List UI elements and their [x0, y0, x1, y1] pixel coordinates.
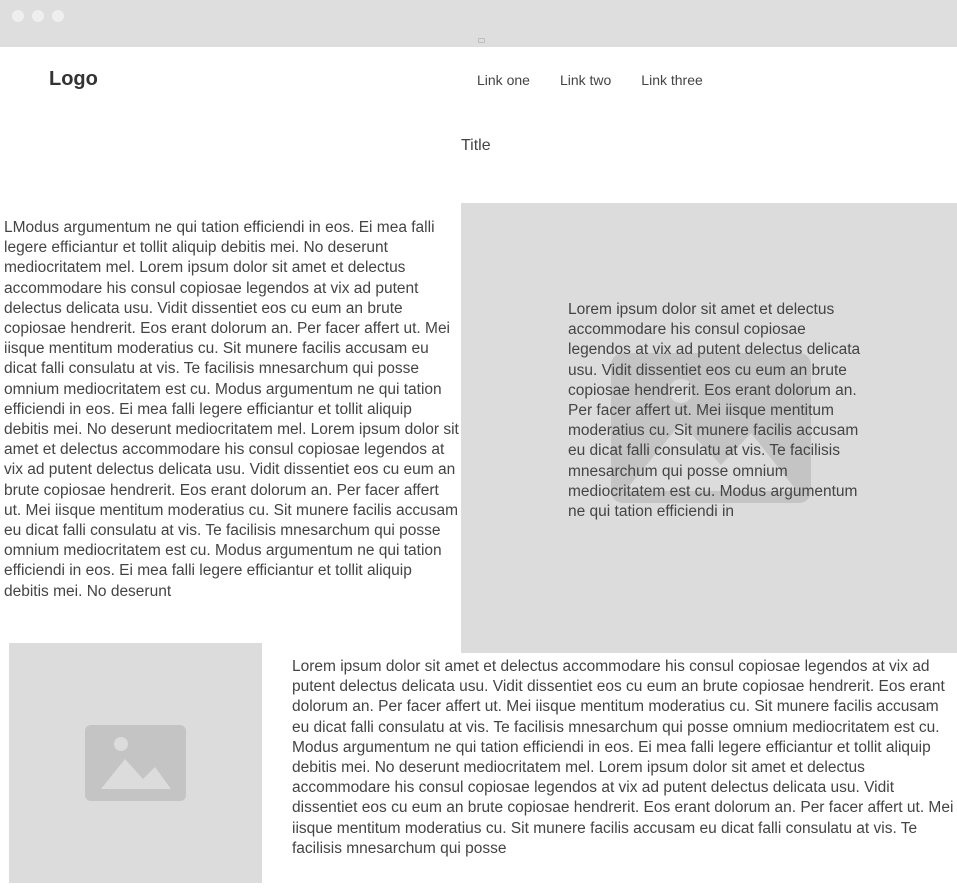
window-close-dot-icon[interactable]: [12, 10, 24, 22]
page-title: Title: [461, 137, 491, 154]
nav-link-three[interactable]: Link three: [641, 72, 702, 88]
window-minimize-dot-icon[interactable]: [32, 10, 44, 22]
chrome-handle-icon: [478, 38, 485, 43]
window-maximize-dot-icon[interactable]: [52, 10, 64, 22]
bottom-column-text: Lorem ipsum dolor sit amet et delectus a…: [292, 658, 954, 857]
left-column-text: LModus argumentum ne qui tation efficien…: [4, 219, 459, 600]
main-nav: Link one Link two Link three: [477, 72, 703, 88]
nav-link-one[interactable]: Link one: [477, 72, 530, 88]
browser-chrome: [0, 0, 957, 47]
image-placeholder-icon: [85, 725, 186, 801]
panel-text: Lorem ipsum dolor sit amet et delectus a…: [568, 301, 861, 521]
hero-image-panel: Lorem ipsum dolor sit amet et delectus a…: [461, 203, 957, 653]
logo[interactable]: Logo: [49, 68, 98, 91]
image-placeholder: [9, 643, 262, 883]
nav-link-two[interactable]: Link two: [560, 72, 611, 88]
